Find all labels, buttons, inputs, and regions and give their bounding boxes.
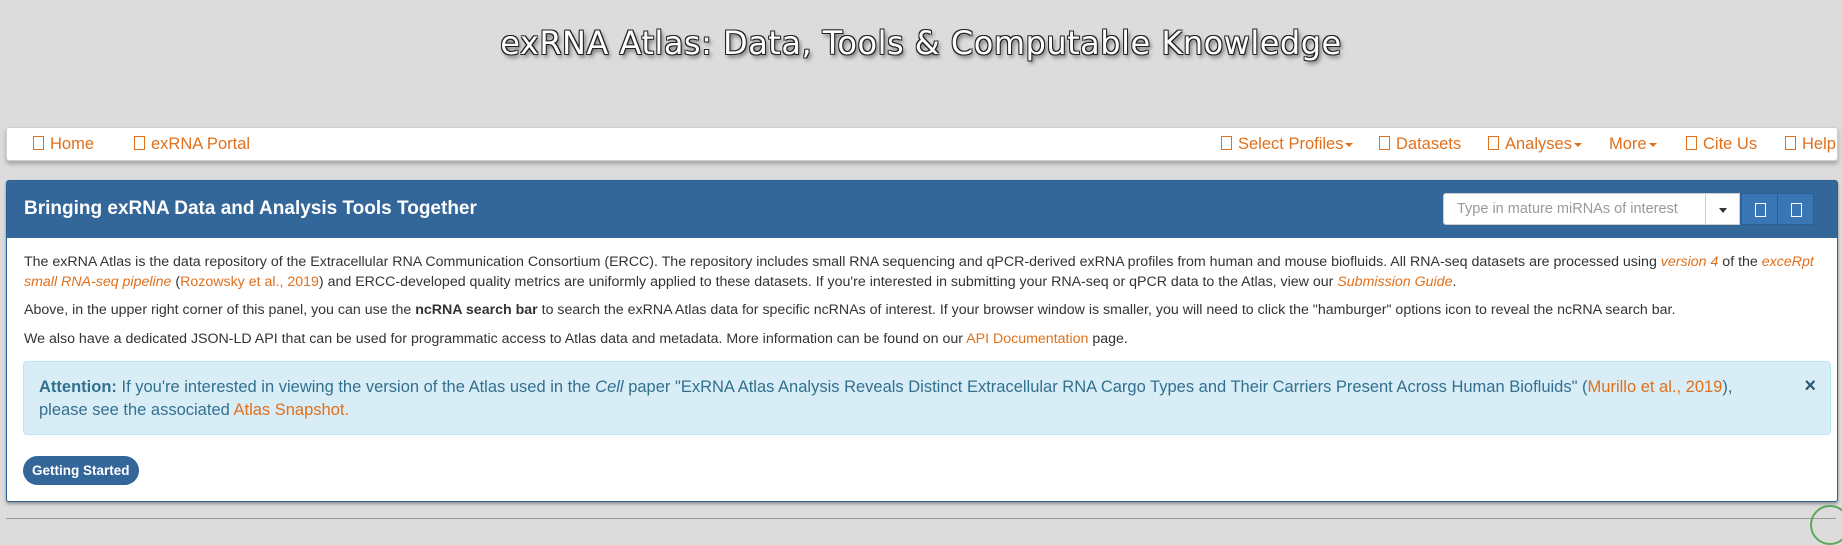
nav-home[interactable]: Home	[33, 128, 94, 160]
alert-strong: Attention:	[39, 378, 117, 396]
options-icon	[1791, 203, 1802, 217]
intro-text-2: of the	[1718, 254, 1762, 270]
attention-alert: Attention: If you're interested in viewi…	[23, 361, 1831, 435]
search-text-1: Above, in the upper right corner of this…	[24, 302, 416, 318]
chevron-down-icon	[1573, 143, 1582, 147]
profiles-icon	[1221, 136, 1232, 150]
panel-heading: Bringing exRNA Data and Analysis Tools T…	[7, 181, 1837, 238]
api-documentation-link[interactable]: API Documentation	[966, 331, 1088, 347]
main-panel: Bringing exRNA Data and Analysis Tools T…	[6, 180, 1838, 502]
analyses-icon	[1488, 136, 1499, 150]
nav-help-label: Help	[1802, 135, 1836, 153]
nav-analyses-label: Analyses	[1505, 135, 1572, 153]
panel-title: Bringing exRNA Data and Analysis Tools T…	[24, 198, 477, 219]
alert-text-1: If you're interested in viewing the vers…	[116, 378, 596, 396]
help-icon	[1785, 136, 1796, 150]
version-4-link[interactable]: version 4	[1661, 254, 1719, 270]
api-paragraph: We also have a dedicated JSON-LD API tha…	[24, 330, 1824, 350]
search-dropdown-toggle[interactable]	[1705, 193, 1740, 225]
search-text-2: to search the exRNA Atlas data for speci…	[537, 302, 1676, 318]
rozowsky-citation-link[interactable]: Rozowsky et al., 2019	[180, 274, 319, 290]
page-divider	[6, 518, 1836, 519]
nav-cite-us[interactable]: Cite Us	[1686, 128, 1757, 160]
home-icon	[33, 136, 44, 150]
chevron-down-icon	[1648, 143, 1657, 147]
search-icon	[1755, 203, 1766, 217]
site-title: exRNA Atlas: Data, Tools & Computable Kn…	[500, 24, 1342, 62]
nav-cite-us-label: Cite Us	[1703, 135, 1758, 153]
top-navbar: Home exRNA Portal Select Profiles Datase…	[6, 127, 1838, 161]
search-button[interactable]	[1741, 193, 1778, 225]
alert-cell-italic: Cell	[595, 378, 624, 396]
corner-badge-icon	[1810, 505, 1842, 545]
nav-datasets-label: Datasets	[1396, 135, 1462, 153]
nav-more-label: More	[1609, 135, 1647, 153]
nav-more[interactable]: More	[1609, 128, 1657, 160]
intro-text-4: ) and ERCC-developed quality metrics are…	[318, 273, 1338, 290]
api-text-2: page.	[1088, 330, 1128, 347]
api-text-1: We also have a dedicated JSON-LD API tha…	[24, 330, 967, 347]
mirna-search-input[interactable]: Type in mature miRNAs of interest	[1443, 193, 1706, 225]
nav-select-profiles[interactable]: Select Profiles	[1221, 128, 1354, 160]
nav-analyses[interactable]: Analyses	[1488, 128, 1582, 160]
intro-text-3: (	[171, 273, 181, 290]
nav-home-label: Home	[50, 135, 95, 153]
nav-exrna-portal[interactable]: exRNA Portal	[134, 128, 250, 160]
chevron-down-icon	[1345, 143, 1354, 147]
panel-body: The exRNA Atlas is the data repository o…	[24, 253, 1824, 358]
cite-icon	[1686, 136, 1697, 150]
options-button[interactable]	[1777, 193, 1814, 225]
close-icon[interactable]: ×	[1804, 375, 1816, 398]
ncrna-search-bar-bold: ncRNA search bar	[415, 302, 538, 318]
alert-text-2: paper "ExRNA Atlas Analysis Reveals Dist…	[623, 378, 1588, 396]
intro-paragraph: The exRNA Atlas is the data repository o…	[24, 253, 1824, 292]
atlas-snapshot-link[interactable]: Atlas Snapshot.	[233, 401, 349, 419]
murillo-citation-link[interactable]: Murillo et al., 2019	[1588, 378, 1723, 396]
nav-help[interactable]: Help	[1785, 128, 1836, 160]
caret-down-icon	[1719, 208, 1727, 213]
datasets-icon	[1379, 136, 1390, 150]
portal-icon	[134, 136, 145, 150]
getting-started-button[interactable]: Getting Started	[23, 456, 139, 485]
nav-select-profiles-label: Select Profiles	[1238, 135, 1344, 153]
nav-datasets[interactable]: Datasets	[1379, 128, 1461, 160]
submission-guide-link[interactable]: Submission Guide	[1337, 274, 1452, 290]
intro-text-1: The exRNA Atlas is the data repository o…	[24, 254, 1661, 270]
search-bar-paragraph: Above, in the upper right corner of this…	[24, 301, 1824, 321]
nav-exrna-portal-label: exRNA Portal	[151, 135, 251, 153]
intro-text-5: .	[1452, 273, 1457, 290]
